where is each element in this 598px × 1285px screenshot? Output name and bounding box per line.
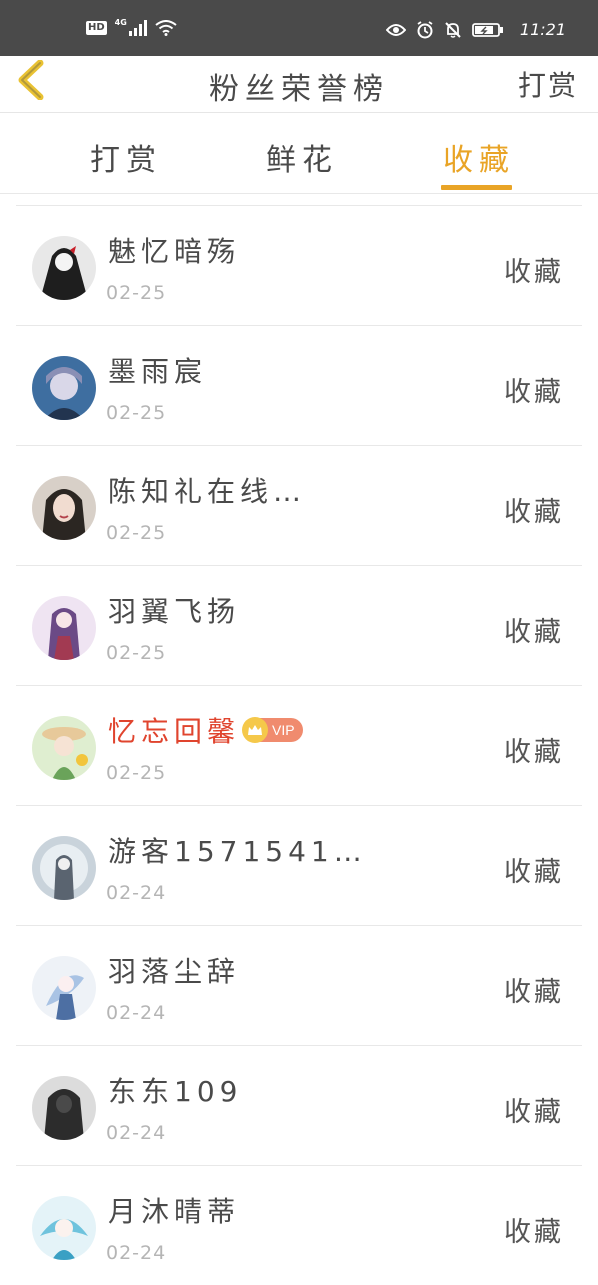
hd-badge: HD	[86, 21, 107, 35]
user-name: 羽翼飞扬	[108, 595, 241, 628]
action-label: 收藏	[504, 1217, 564, 1248]
user-name: 月沐晴蒂	[108, 1195, 241, 1228]
user-name: 羽落尘辞	[108, 955, 241, 988]
eye-icon	[385, 23, 406, 36]
item-date: 02-25	[106, 762, 167, 784]
item-date: 02-25	[106, 402, 167, 424]
tab-bar: 打赏 鲜花 收藏	[0, 113, 598, 194]
item-date: 02-24	[106, 1002, 167, 1024]
vip-badge: VIP	[242, 717, 303, 743]
network-type: 4G	[114, 17, 127, 27]
action-label: 收藏	[504, 1097, 564, 1128]
status-left: HD 4G	[86, 17, 177, 36]
status-right: 11:21	[385, 20, 566, 39]
active-tab-indicator	[441, 185, 512, 190]
avatar[interactable]	[32, 836, 96, 900]
list-item[interactable]: 忆忘回馨 VIP 02-25 收藏	[16, 686, 582, 806]
action-label: 收藏	[504, 737, 564, 768]
user-name: 墨雨宸	[108, 355, 208, 388]
list-item[interactable]: 月沐晴蒂 02-24 收藏	[16, 1166, 582, 1285]
list-item[interactable]: 羽翼飞扬 02-25 收藏	[16, 566, 582, 686]
tab-favorites[interactable]: 收藏	[443, 135, 515, 179]
status-bar: HD 4G 11:21	[0, 0, 598, 56]
avatar[interactable]	[32, 1196, 96, 1260]
avatar[interactable]	[32, 956, 96, 1020]
action-label: 收藏	[504, 857, 564, 888]
avatar[interactable]	[32, 356, 96, 420]
page-title: 粉丝荣誉榜	[209, 72, 389, 107]
item-date: 02-25	[106, 642, 167, 664]
list-item[interactable]: 墨雨宸 02-25 收藏	[16, 326, 582, 446]
action-label: 收藏	[504, 617, 564, 648]
bell-muted-icon	[445, 21, 461, 38]
user-name: 魅忆暗殇	[108, 235, 241, 268]
action-label: 收藏	[504, 257, 564, 288]
avatar[interactable]	[32, 476, 96, 540]
avatar[interactable]	[32, 1076, 96, 1140]
tab-flowers[interactable]: 鲜花	[266, 135, 338, 179]
avatar[interactable]	[32, 596, 96, 660]
crown-icon	[242, 717, 269, 743]
list-item[interactable]: 游客1571541… 02-24 收藏	[16, 806, 582, 926]
tab-reward[interactable]: 打赏	[90, 135, 162, 179]
item-date: 02-25	[106, 282, 167, 304]
wifi-icon	[155, 20, 177, 36]
avatar[interactable]	[32, 716, 96, 780]
user-name: 忆忘回馨	[108, 715, 241, 748]
user-name: 陈知礼在线…	[108, 475, 307, 508]
avatar[interactable]	[32, 236, 96, 300]
item-date: 02-25	[106, 522, 167, 544]
action-label: 收藏	[504, 977, 564, 1008]
user-name-vip: 忆忘回馨 VIP	[108, 710, 303, 750]
user-name: 东东109	[108, 1075, 243, 1108]
action-label: 收藏	[504, 377, 564, 408]
list-item[interactable]: 魅忆暗殇 02-25 收藏	[16, 206, 582, 326]
list-item[interactable]: 东东109 02-24 收藏	[16, 1046, 582, 1166]
item-date: 02-24	[106, 1242, 167, 1264]
fan-list: 魅忆暗殇 02-25 收藏 墨雨宸 02-25 收藏 陈知礼在线… 02-25 …	[16, 205, 582, 1285]
list-item[interactable]: 陈知礼在线… 02-25 收藏	[16, 446, 582, 566]
item-date: 02-24	[106, 882, 167, 904]
action-label: 收藏	[504, 497, 564, 528]
signal-icon	[128, 20, 147, 36]
list-item[interactable]: 羽落尘辞 02-24 收藏	[16, 926, 582, 1046]
status-time: 11:21	[519, 20, 566, 39]
vip-label: VIP	[272, 722, 295, 738]
top-nav: 粉丝荣誉榜 打赏	[0, 56, 598, 113]
item-date: 02-24	[106, 1122, 167, 1144]
alarm-icon	[417, 20, 433, 38]
reward-nav-button[interactable]: 打赏	[518, 64, 578, 104]
user-name: 游客1571541…	[108, 835, 367, 868]
battery-icon	[471, 22, 503, 37]
